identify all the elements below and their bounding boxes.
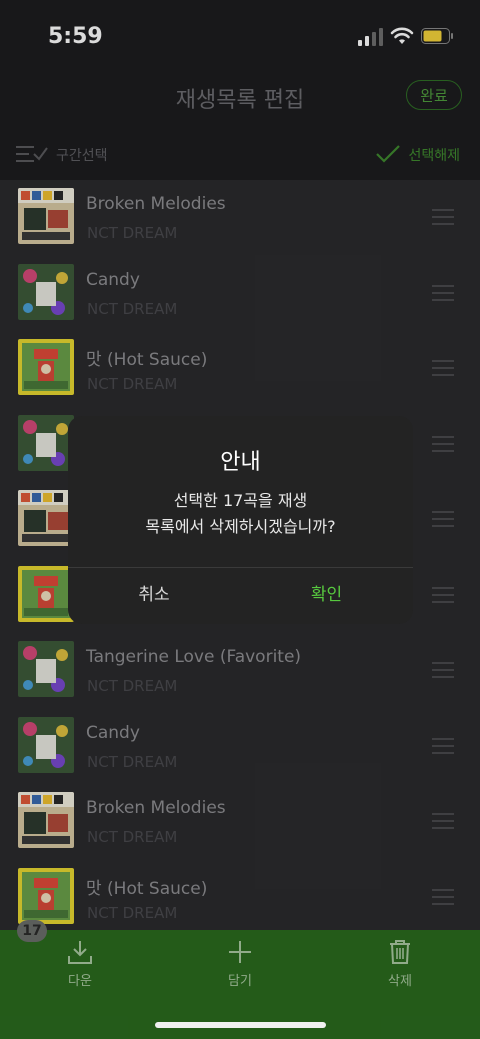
dialog-cancel-button[interactable]: 취소: [68, 567, 240, 624]
home-indicator: [155, 1022, 326, 1028]
dialog-title: 안내: [220, 450, 261, 475]
dialog-message-line1: 선택한 17곡을 재생: [173, 491, 308, 510]
confirm-dialog: 안내 선택한 17곡을 재생 목록에서 삭제하시겠습니까? 취소 확인: [68, 416, 413, 624]
dialog-message: 선택한 17곡을 재생 목록에서 삭제하시겠습니까?: [68, 488, 413, 540]
dialog-confirm-button[interactable]: 확인: [240, 567, 413, 624]
dialog-message-line2: 목록에서 삭제하시겠습니까?: [145, 517, 336, 536]
